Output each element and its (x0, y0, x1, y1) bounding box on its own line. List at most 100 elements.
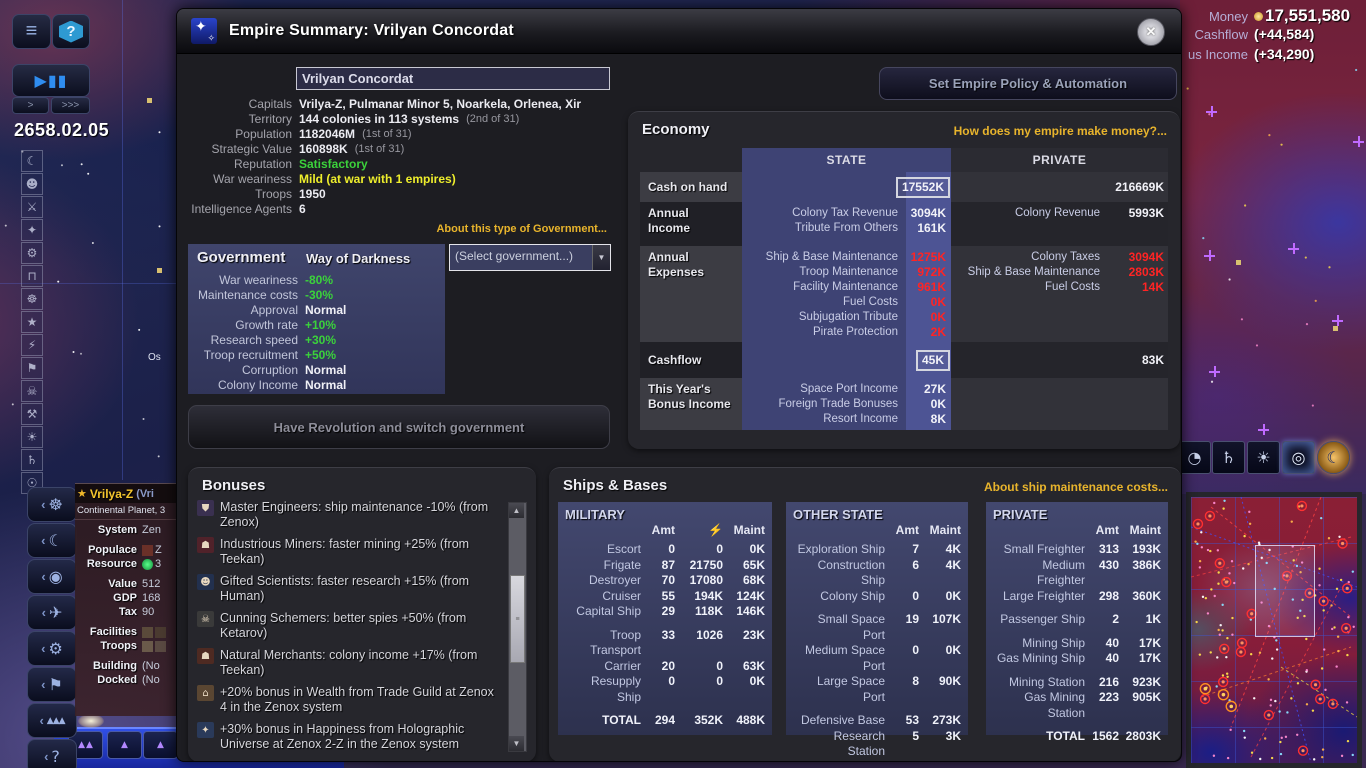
fleet-button-2[interactable]: ▲ (107, 731, 142, 759)
table-row: Gas Mining Ship 40 17K (996, 651, 1161, 665)
government-row: Corruption Normal (241, 363, 347, 377)
close-icon: ✕ (1145, 24, 1157, 39)
empire-name-input[interactable] (296, 67, 610, 90)
cashflow-value: (+44,584) (1254, 26, 1315, 42)
edge-flag-icon[interactable]: ⚑ (21, 357, 43, 379)
government-select[interactable]: (Select government...) ▼ (449, 244, 611, 271)
selection-subtitle: Continental Planet, 3 (75, 503, 179, 520)
edge-star-icon[interactable]: ★ (21, 311, 43, 333)
edge-gear-icon[interactable]: ⚙ (21, 242, 43, 264)
list-item: ☻ Gifted Scientists: faster research +15%… (197, 574, 497, 604)
edge-moon-icon[interactable]: ☾ (21, 150, 43, 172)
edge-planet-icon[interactable]: ♄ (21, 449, 43, 471)
chevron-left-icon: ‹ (41, 497, 46, 512)
fleet-marker-icon (1353, 136, 1364, 147)
cashflow-row: Cashflow 45K 83K (640, 342, 1168, 378)
sidebar-colony-button[interactable]: ‹ ☾ (27, 523, 77, 558)
fleet-button-3[interactable]: ▲ (143, 731, 178, 759)
info-row: Populace Z (88, 544, 162, 556)
scrollbar-thumb[interactable]: ≡ (510, 575, 525, 663)
populace-icon (142, 544, 153, 556)
table-row: Research Station 5 3K (833, 728, 961, 759)
edge-tools-icon[interactable]: ⚒ (21, 403, 43, 425)
engineer-icon: ⛊ (197, 500, 214, 516)
base-icon: ◉ (48, 567, 63, 586)
map-mode-planet-button[interactable]: ♄ (1212, 441, 1245, 474)
map-mode-signal-button[interactable]: ◎ (1282, 441, 1315, 474)
state-cashflow-value: 45K (915, 349, 950, 371)
other-state-table: OTHER STATE Amt Maint Exploration Ship 7 4K… (786, 502, 968, 761)
economy-title: Economy (642, 121, 710, 138)
step-speed-button[interactable]: > (12, 97, 49, 114)
table-row: Cruiser 55 194K 124K (602, 588, 765, 603)
edge-pirate-icon[interactable]: ☠ (21, 380, 43, 402)
minimap[interactable] (1186, 492, 1362, 768)
minimap-viewport[interactable] (1255, 545, 1315, 637)
dialog-title: Empire Summary: Vrilyan Concordat (229, 22, 514, 39)
edge-character-icon[interactable]: ☻ (21, 173, 43, 195)
fast-speed-button[interactable]: >>> (51, 97, 90, 114)
trade-guild-icon: ⌂ (197, 685, 214, 701)
scroll-down-icon[interactable]: ▼ (509, 736, 524, 751)
cash-on-hand-row: Cash on hand 17552K 216669K (640, 172, 1168, 202)
map-mode-idea-button[interactable]: ☀ (1247, 441, 1280, 474)
star-icon: ★ (77, 487, 87, 500)
scrollbar[interactable]: ▲ ≡ ▼ (508, 502, 527, 752)
revolution-button[interactable]: Have Revolution and switch government (188, 405, 610, 449)
map-mode-moon-button[interactable]: ☾ (1317, 441, 1350, 474)
map-mode-partial-button[interactable]: ◔ (1178, 441, 1211, 474)
sidebar-helm-lock-button[interactable]: ‹ ☸ (27, 487, 77, 522)
ship-maintenance-link[interactable]: About ship maintenance costs... (984, 480, 1168, 494)
chevron-left-icon: ‹ (41, 677, 46, 692)
chevron-left-icon: ‹ (41, 641, 46, 656)
economy-help-link[interactable]: How does my empire make money?... (954, 124, 1167, 138)
government-row: Maintenance costs -30% (197, 288, 334, 302)
selection-header[interactable]: ★ Vrilya-Z (Vri (75, 484, 179, 503)
info-row: Resource 3 (86, 558, 162, 570)
play-pause-button[interactable]: ▶ ▮▮ (12, 64, 90, 97)
table-row: Large Freighter 298 360K (1002, 588, 1161, 603)
government-row: Growth rate +10% (235, 318, 337, 332)
info-row: Tax 90 (118, 606, 155, 618)
chevron-left-icon: ‹ (39, 713, 44, 728)
edge-goal-icon[interactable]: ⊓ (21, 265, 43, 287)
sidebar-fleets-button[interactable]: ‹ ▲▲▲ (27, 703, 77, 738)
economy-panel: Economy How does my empire make money?..… (628, 111, 1180, 449)
flag-icon: ⚑ (48, 675, 63, 694)
sidebar-ship-button[interactable]: ‹ ✈ (27, 595, 77, 630)
selection-title: Vrilya-Z (89, 486, 134, 501)
edge-ship-icon[interactable]: ⚔ (21, 196, 43, 218)
private-column-header: PRIVATE (951, 148, 1168, 172)
about-government-link[interactable]: About this type of Government... (327, 223, 607, 235)
scroll-up-icon[interactable]: ▲ (509, 503, 524, 518)
ships-bases-title: Ships & Bases (563, 477, 668, 494)
selection-info-panel: ★ Vrilya-Z (Vri Continental Planet, 3 Sy… (75, 483, 179, 716)
selection-title-suffix: (Vri (136, 487, 154, 500)
edge-helm-icon[interactable]: ☸ (21, 288, 43, 310)
list-item: ☠ Cunning Schemers: better spies +50% (fr… (197, 611, 497, 641)
sidebar-base-button[interactable]: ‹ ◉ (27, 559, 77, 594)
close-button[interactable]: ✕ (1137, 18, 1165, 46)
policy-automation-button[interactable]: Set Empire Policy & Automation (879, 67, 1177, 100)
table-row: Construction Ship 6 4K (817, 557, 961, 588)
edge-fleet-icon[interactable]: ✦ (21, 219, 43, 241)
edge-lightning-icon[interactable]: ⚡ (21, 334, 43, 356)
table-row: Carrier 20 0 63K (604, 658, 765, 673)
table-row: Escort 0 0 0K (606, 542, 765, 556)
government-row: Approval Normal (250, 303, 347, 317)
chevron-down-icon[interactable]: ▼ (592, 245, 610, 270)
money-icon (1254, 12, 1263, 21)
list-item: ☗ Natural Merchants: colony income +17% (… (197, 648, 497, 678)
sidebar-help-button[interactable]: ‹ ? (27, 739, 77, 768)
edge-idea-icon[interactable]: ☀ (21, 426, 43, 448)
colony-icon: ☾ (48, 531, 63, 550)
map-object (157, 268, 162, 273)
bonus-income-row: This Year's Bonus Income Space Port Incom… (640, 378, 1168, 430)
sidebar-construction-button[interactable]: ‹ ⚙ (27, 631, 77, 666)
game-screen: Os ≡ ? ▶ ▮▮ > >>> 2658.02.05 ☾ ☻ ⚔ ✦ ⚙ ⊓… (0, 0, 1366, 768)
menu-button[interactable]: ≡ (12, 14, 51, 49)
helm-lock-icon: ☸ (48, 495, 63, 514)
table-row: Defensive Base 53 273K (800, 713, 961, 727)
sidebar-troops-button[interactable]: ‹ ⚑ (27, 667, 77, 702)
help-button[interactable]: ? (52, 14, 90, 49)
